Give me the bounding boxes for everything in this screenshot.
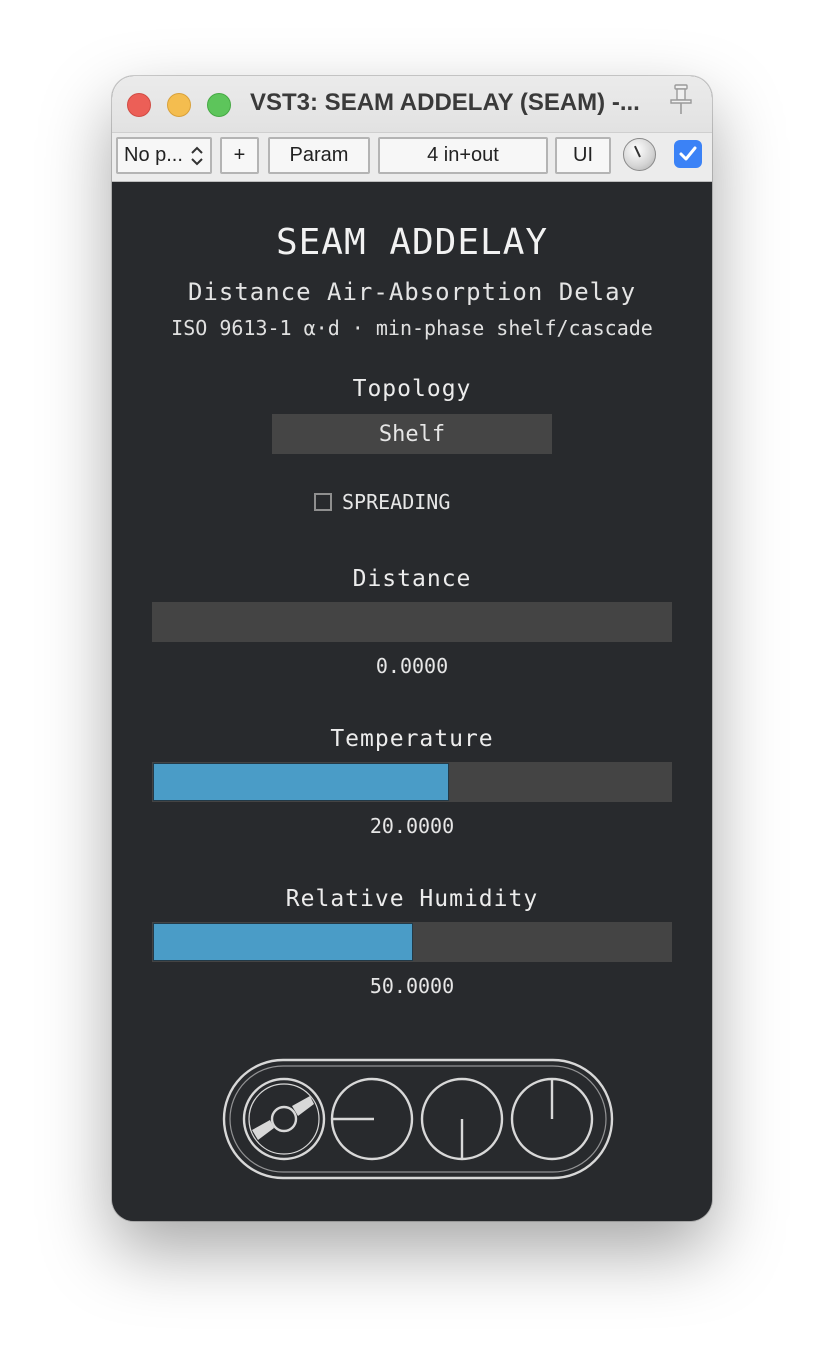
- topology-select[interactable]: Shelf: [272, 414, 552, 454]
- bypass-checkbox[interactable]: [674, 140, 702, 168]
- window-title: VST3: SEAM ADDELAY (SEAM) -...: [250, 89, 640, 116]
- close-button[interactable]: [127, 93, 151, 117]
- zoom-button[interactable]: [207, 93, 231, 117]
- temperature-slider[interactable]: [152, 762, 672, 802]
- temperature-label: Temperature: [330, 726, 494, 752]
- plugin-body: SEAM ADDELAY Distance Air-Absorption Del…: [112, 182, 712, 1221]
- host-toolbar: No p... + Param 4 in+out UI: [112, 132, 712, 182]
- topology-value: Shelf: [378, 421, 446, 447]
- plugin-description: ISO 9613-1 α·d · min-phase shelf/cascade: [171, 316, 653, 340]
- spreading-label: SPREADING: [342, 490, 451, 514]
- plugin-title: SEAM ADDELAY: [275, 222, 549, 263]
- preset-label: No p...: [124, 144, 183, 166]
- humidity-slider-fill: [153, 923, 413, 961]
- humidity-slider[interactable]: [152, 922, 672, 962]
- knob-icon[interactable]: [623, 138, 656, 171]
- temperature-value: 20.0000: [369, 814, 455, 838]
- temperature-slider-fill: [153, 763, 449, 801]
- humidity-label: Relative Humidity: [285, 886, 539, 912]
- humidity-value: 50.0000: [369, 974, 455, 998]
- distance-value: 0.0000: [375, 654, 449, 678]
- distance-slider[interactable]: [152, 602, 672, 642]
- minimize-button[interactable]: [167, 93, 191, 117]
- spreading-checkbox[interactable]: [314, 493, 332, 511]
- topology-label: Topology: [352, 376, 472, 402]
- pin-icon[interactable]: [666, 82, 696, 116]
- checkmark-icon: [679, 146, 697, 161]
- add-button[interactable]: +: [220, 137, 259, 174]
- title-bar: VST3: SEAM ADDELAY (SEAM) -...: [112, 76, 712, 132]
- seam-logo: [222, 1058, 614, 1180]
- plugin-subtitle: Distance Air-Absorption Delay: [187, 278, 637, 306]
- spreading-toggle[interactable]: SPREADING: [314, 490, 450, 514]
- chevron-updown-icon: [191, 146, 203, 166]
- distance-label: Distance: [352, 566, 472, 592]
- ui-button[interactable]: UI: [555, 137, 611, 174]
- param-button[interactable]: Param: [268, 137, 370, 174]
- plugin-window: VST3: SEAM ADDELAY (SEAM) -... No p... +…: [112, 76, 712, 1221]
- io-config-button[interactable]: 4 in+out: [378, 137, 548, 174]
- preset-select[interactable]: No p...: [116, 137, 212, 174]
